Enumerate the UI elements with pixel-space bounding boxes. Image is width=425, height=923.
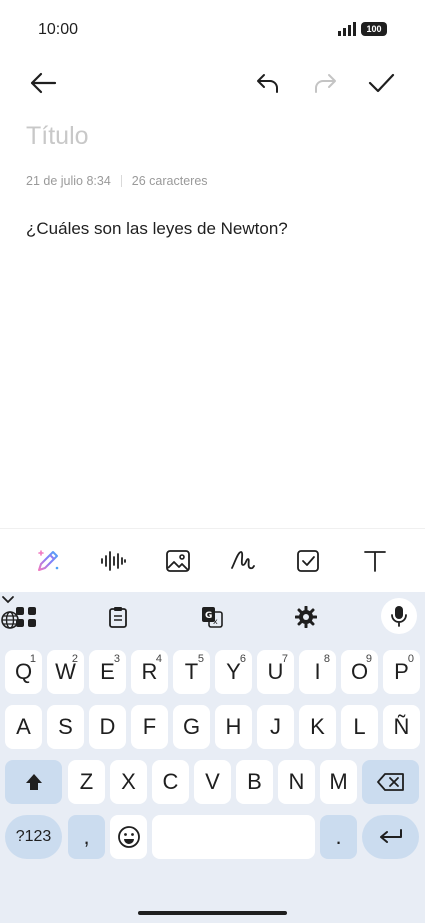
key-label: Y (226, 659, 241, 684)
key-h[interactable]: H (215, 705, 252, 749)
handwriting-icon[interactable] (227, 545, 259, 577)
key-e[interactable]: E3 (89, 650, 126, 694)
key-number-hint: 2 (71, 653, 78, 665)
key-f[interactable]: F (131, 705, 168, 749)
note-body[interactable]: ¿Cuáles son las leyes de Newton? (26, 219, 288, 239)
key-r[interactable]: R4 (131, 650, 168, 694)
key-p[interactable]: P0 (383, 650, 420, 694)
title-input[interactable]: Título (26, 122, 89, 151)
back-arrow-icon[interactable] (26, 66, 60, 100)
note-date: 21 de julio 8:34 (26, 174, 111, 188)
enter-key[interactable] (362, 815, 419, 859)
status-time: 10:00 (38, 21, 79, 38)
format-toolbar (0, 528, 425, 592)
signal-icon (338, 22, 356, 41)
translate-icon[interactable]: Gx (196, 601, 228, 633)
symbols-key[interactable]: ?123 (5, 815, 62, 859)
app-bar (0, 60, 425, 106)
key-v[interactable]: V (194, 760, 231, 804)
key-g[interactable]: G (173, 705, 210, 749)
clipboard-icon[interactable] (102, 601, 134, 633)
emoji-key[interactable] (110, 815, 147, 859)
key-x[interactable]: X (110, 760, 147, 804)
svg-text:G: G (205, 611, 212, 621)
key-o[interactable]: O9 (341, 650, 378, 694)
key-number-hint: 3 (113, 653, 120, 665)
text-format-icon[interactable] (359, 545, 391, 577)
key-label: E (100, 659, 115, 684)
space-key[interactable] (152, 815, 315, 859)
microphone-icon[interactable] (381, 598, 417, 634)
key-label: P (394, 659, 409, 684)
comma-key[interactable]: , (68, 815, 105, 859)
key-d[interactable]: D (89, 705, 126, 749)
key-u[interactable]: U7 (257, 650, 294, 694)
key-n[interactable]: N (278, 760, 315, 804)
note-meta: 21 de julio 8:34 26 caracteres (26, 174, 208, 188)
key-c[interactable]: C (152, 760, 189, 804)
key-k[interactable]: K (299, 705, 336, 749)
key-s[interactable]: S (47, 705, 84, 749)
key-label: T (184, 659, 199, 684)
key-number-hint: 7 (281, 653, 288, 665)
key-number-hint: 0 (407, 653, 414, 665)
key-w[interactable]: W2 (47, 650, 84, 694)
shift-key[interactable] (5, 760, 62, 804)
keyboard-toolbar: Gx (0, 592, 425, 640)
audio-waveform-icon[interactable] (97, 545, 129, 577)
char-count: 26 caracteres (131, 174, 208, 188)
key-m[interactable]: M (320, 760, 357, 804)
key-j[interactable]: J (257, 705, 294, 749)
check-icon[interactable] (364, 66, 398, 100)
backspace-key[interactable] (362, 760, 419, 804)
key-a[interactable]: A (5, 705, 42, 749)
ai-magic-pen-icon[interactable] (32, 545, 64, 577)
battery-icon: 100 (361, 22, 387, 36)
svg-text:x: x (213, 617, 218, 626)
key-i[interactable]: I8 (299, 650, 336, 694)
checkbox-icon[interactable] (292, 545, 324, 577)
key-label: I (314, 659, 321, 684)
key-q[interactable]: Q1 (5, 650, 42, 694)
key-number-hint: 5 (197, 653, 204, 665)
gear-icon[interactable] (290, 601, 322, 633)
status-bar: 10:00 100 (0, 0, 425, 60)
key-b[interactable]: B (236, 760, 273, 804)
keyboard: Gx Q1W2E3R4T5Y6U7I8O9P0 ASDFGHJKLÑ ZXCVB… (0, 592, 425, 923)
redo-icon[interactable] (308, 66, 342, 100)
key-y[interactable]: Y6 (215, 650, 252, 694)
image-icon[interactable] (162, 545, 194, 577)
key-number-hint: 8 (323, 653, 330, 665)
key-number-hint: 1 (29, 653, 36, 665)
key-t[interactable]: T5 (173, 650, 210, 694)
period-key[interactable]: . (320, 815, 357, 859)
key-number-hint: 9 (365, 653, 372, 665)
meta-divider (120, 175, 122, 187)
key-ñ[interactable]: Ñ (383, 705, 420, 749)
key-number-hint: 4 (155, 653, 162, 665)
key-number-hint: 6 (239, 653, 246, 665)
key-z[interactable]: Z (68, 760, 105, 804)
apps-grid-icon[interactable] (10, 601, 42, 633)
undo-icon[interactable] (251, 66, 285, 100)
key-l[interactable]: L (341, 705, 378, 749)
home-indicator[interactable] (138, 911, 287, 915)
